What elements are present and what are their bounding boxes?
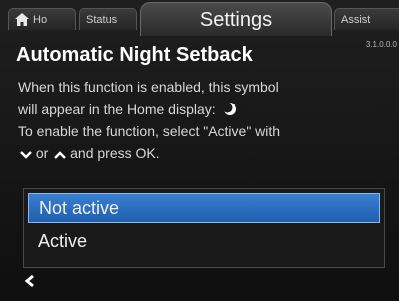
- option-active[interactable]: Active: [28, 227, 380, 257]
- description-line: When this function is enabled, this symb…: [18, 79, 279, 95]
- description-line: will appear in the Home display:: [18, 98, 388, 120]
- tab-settings-label: Settings: [199, 9, 273, 31]
- tab-settings[interactable]: Settings: [140, 2, 332, 36]
- chevron-up-icon: [54, 151, 67, 159]
- description-text: or: [35, 145, 49, 161]
- tab-status[interactable]: Status: [79, 8, 137, 30]
- tab-bar: Ho Status Settings Assist: [0, 0, 399, 36]
- option-list: Not active Active: [23, 188, 385, 268]
- description-line: or and press OK.: [18, 142, 388, 164]
- tab-status-label: Status: [86, 14, 118, 26]
- settings-screen: Ho Status Settings Assist 3.1.0.0.0 Auto…: [0, 0, 399, 301]
- description: When this function is enabled, this symb…: [18, 76, 388, 164]
- option-not-active[interactable]: Not active: [28, 193, 380, 223]
- tab-assist-label: Assist: [341, 14, 371, 26]
- page-title: Automatic Night Setback: [16, 44, 253, 66]
- description-text: will appear in the Home display:: [18, 101, 216, 117]
- back-arrow-icon[interactable]: [24, 274, 36, 288]
- chevron-down-icon: [20, 151, 32, 159]
- home-icon: [15, 13, 29, 26]
- description-text: and press OK.: [70, 145, 160, 161]
- tab-home-label: Ho: [33, 14, 48, 26]
- tab-home[interactable]: Ho: [8, 8, 76, 30]
- description-line: To enable the function, select "Active" …: [18, 123, 281, 139]
- version-number: 3.1.0.0.0: [365, 40, 397, 49]
- moon-night-icon: [222, 102, 236, 115]
- tab-assist[interactable]: Assist: [334, 8, 399, 30]
